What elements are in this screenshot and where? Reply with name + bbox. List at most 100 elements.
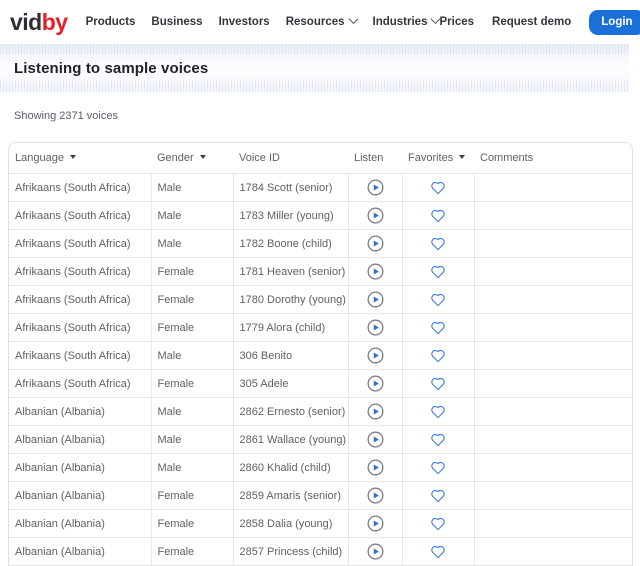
play-button[interactable] xyxy=(367,347,384,364)
nav-item-business[interactable]: Business xyxy=(151,16,202,28)
favorite-heart-button[interactable] xyxy=(430,292,446,307)
heart-icon xyxy=(431,293,445,307)
column-label: Comments xyxy=(480,152,534,164)
comment-cell xyxy=(474,313,632,342)
caret-down-icon xyxy=(459,155,466,159)
voice-id-cell: 1780 Dorothy (young) xyxy=(233,285,349,314)
play-button[interactable] xyxy=(367,375,384,392)
nav-item-industries[interactable]: Industries xyxy=(372,14,441,28)
voice-id-cell: 1781 Heaven (senior) xyxy=(233,257,349,286)
table-row: Albanian (Albania) Female 2858 Dalia (yo… xyxy=(9,509,632,538)
column-header-language[interactable]: Language xyxy=(9,143,151,174)
caret-down-icon xyxy=(69,155,76,159)
comment-cell xyxy=(474,481,632,510)
listen-cell xyxy=(348,285,403,314)
play-button[interactable] xyxy=(367,207,384,224)
favorite-heart-button[interactable] xyxy=(430,348,446,363)
language-cell: Albanian (Albania) xyxy=(9,481,152,510)
favorite-heart-button[interactable] xyxy=(430,404,446,419)
favorite-heart-button[interactable] xyxy=(430,320,446,335)
chevron-down-icon xyxy=(348,14,358,25)
favorites-cell xyxy=(402,313,475,342)
table-row: Albanian (Albania) Male 2861 Wallace (yo… xyxy=(9,425,632,454)
language-cell: Albanian (Albania) xyxy=(9,425,152,454)
table-header-row: Language Gender Voice ID Listen Favorite… xyxy=(9,143,632,174)
play-icon xyxy=(367,375,383,392)
column-label: Favorites xyxy=(408,152,454,164)
nav-item-resources[interactable]: Resources xyxy=(286,14,358,28)
table-row: Afrikaans (South Africa) Male 1783 Mille… xyxy=(9,201,632,230)
comment-cell xyxy=(474,537,632,566)
favorites-cell xyxy=(402,229,475,258)
play-icon xyxy=(367,543,383,560)
table-row: Albanian (Albania) Male 2860 Khalid (chi… xyxy=(9,453,632,482)
favorite-heart-button[interactable] xyxy=(430,432,446,447)
nav-item-request-demo[interactable]: Request demo xyxy=(492,16,571,28)
caret-down-icon xyxy=(199,155,206,159)
listen-cell xyxy=(348,229,403,258)
play-button[interactable] xyxy=(367,319,384,336)
favorite-heart-button[interactable] xyxy=(430,264,446,279)
play-button[interactable] xyxy=(367,263,384,280)
play-button[interactable] xyxy=(367,235,384,252)
listen-cell xyxy=(348,341,403,370)
play-button[interactable] xyxy=(367,291,384,308)
favorite-heart-button[interactable] xyxy=(430,488,446,503)
table-row: Afrikaans (South Africa) Female 1780 Dor… xyxy=(9,285,632,314)
listen-cell xyxy=(348,173,403,202)
table-row: Afrikaans (South Africa) Male 1784 Scott… xyxy=(9,173,632,202)
results-summary: Showing 2371 voices xyxy=(14,110,118,122)
column-label: Listen xyxy=(354,152,384,164)
gender-cell: Male xyxy=(151,173,234,202)
play-button[interactable] xyxy=(367,459,384,476)
favorite-heart-button[interactable] xyxy=(430,208,446,223)
comment-cell xyxy=(474,425,632,454)
column-label: Voice ID xyxy=(239,152,280,164)
favorite-heart-button[interactable] xyxy=(430,180,446,195)
play-button[interactable] xyxy=(367,403,384,420)
language-cell: Afrikaans (South Africa) xyxy=(9,173,152,202)
play-button[interactable] xyxy=(367,431,384,448)
voice-id-cell: 2861 Wallace (young) xyxy=(233,425,349,454)
column-header-gender[interactable]: Gender xyxy=(151,143,233,174)
voice-id-cell: 1782 Boone (child) xyxy=(233,229,349,258)
login-button[interactable]: Login xyxy=(589,9,640,35)
heart-icon xyxy=(431,265,445,279)
vidby-logo[interactable]: vidby xyxy=(10,8,68,35)
heart-icon xyxy=(431,433,445,447)
favorites-cell xyxy=(402,201,475,230)
logo-text-by: by xyxy=(41,8,68,35)
column-header-favorites[interactable]: Favorites xyxy=(402,143,474,174)
nav-label: Industries xyxy=(372,16,428,28)
language-cell: Afrikaans (South Africa) xyxy=(9,257,152,286)
favorite-heart-button[interactable] xyxy=(430,236,446,251)
nav-item-investors[interactable]: Investors xyxy=(219,16,270,28)
comment-cell xyxy=(474,257,632,286)
nav-label: Request demo xyxy=(492,16,572,28)
favorites-cell xyxy=(402,453,475,482)
play-icon xyxy=(367,207,383,224)
play-button[interactable] xyxy=(367,179,384,196)
nav-item-prices[interactable]: Prices xyxy=(439,16,474,28)
favorites-cell xyxy=(402,397,475,426)
favorite-heart-button[interactable] xyxy=(430,544,446,559)
gender-cell: Female xyxy=(151,257,234,286)
play-button[interactable] xyxy=(367,487,384,504)
play-button[interactable] xyxy=(367,515,384,532)
play-icon xyxy=(367,179,383,196)
language-cell: Afrikaans (South Africa) xyxy=(9,201,152,230)
table-row: Afrikaans (South Africa) Female 1781 Hea… xyxy=(9,257,632,286)
favorites-cell xyxy=(402,257,475,286)
favorite-heart-button[interactable] xyxy=(430,376,446,391)
favorites-cell xyxy=(402,173,475,202)
language-cell: Afrikaans (South Africa) xyxy=(9,313,152,342)
play-icon xyxy=(367,403,383,420)
nav-item-products[interactable]: Products xyxy=(86,16,136,28)
voice-id-cell: 2860 Khalid (child) xyxy=(233,453,349,482)
favorite-heart-button[interactable] xyxy=(430,516,446,531)
column-header-voice-id: Voice ID xyxy=(233,143,348,174)
hero-band: Listening to sample voices xyxy=(0,44,629,92)
favorite-heart-button[interactable] xyxy=(430,460,446,475)
language-cell: Afrikaans (South Africa) xyxy=(9,341,152,370)
play-button[interactable] xyxy=(367,543,384,560)
